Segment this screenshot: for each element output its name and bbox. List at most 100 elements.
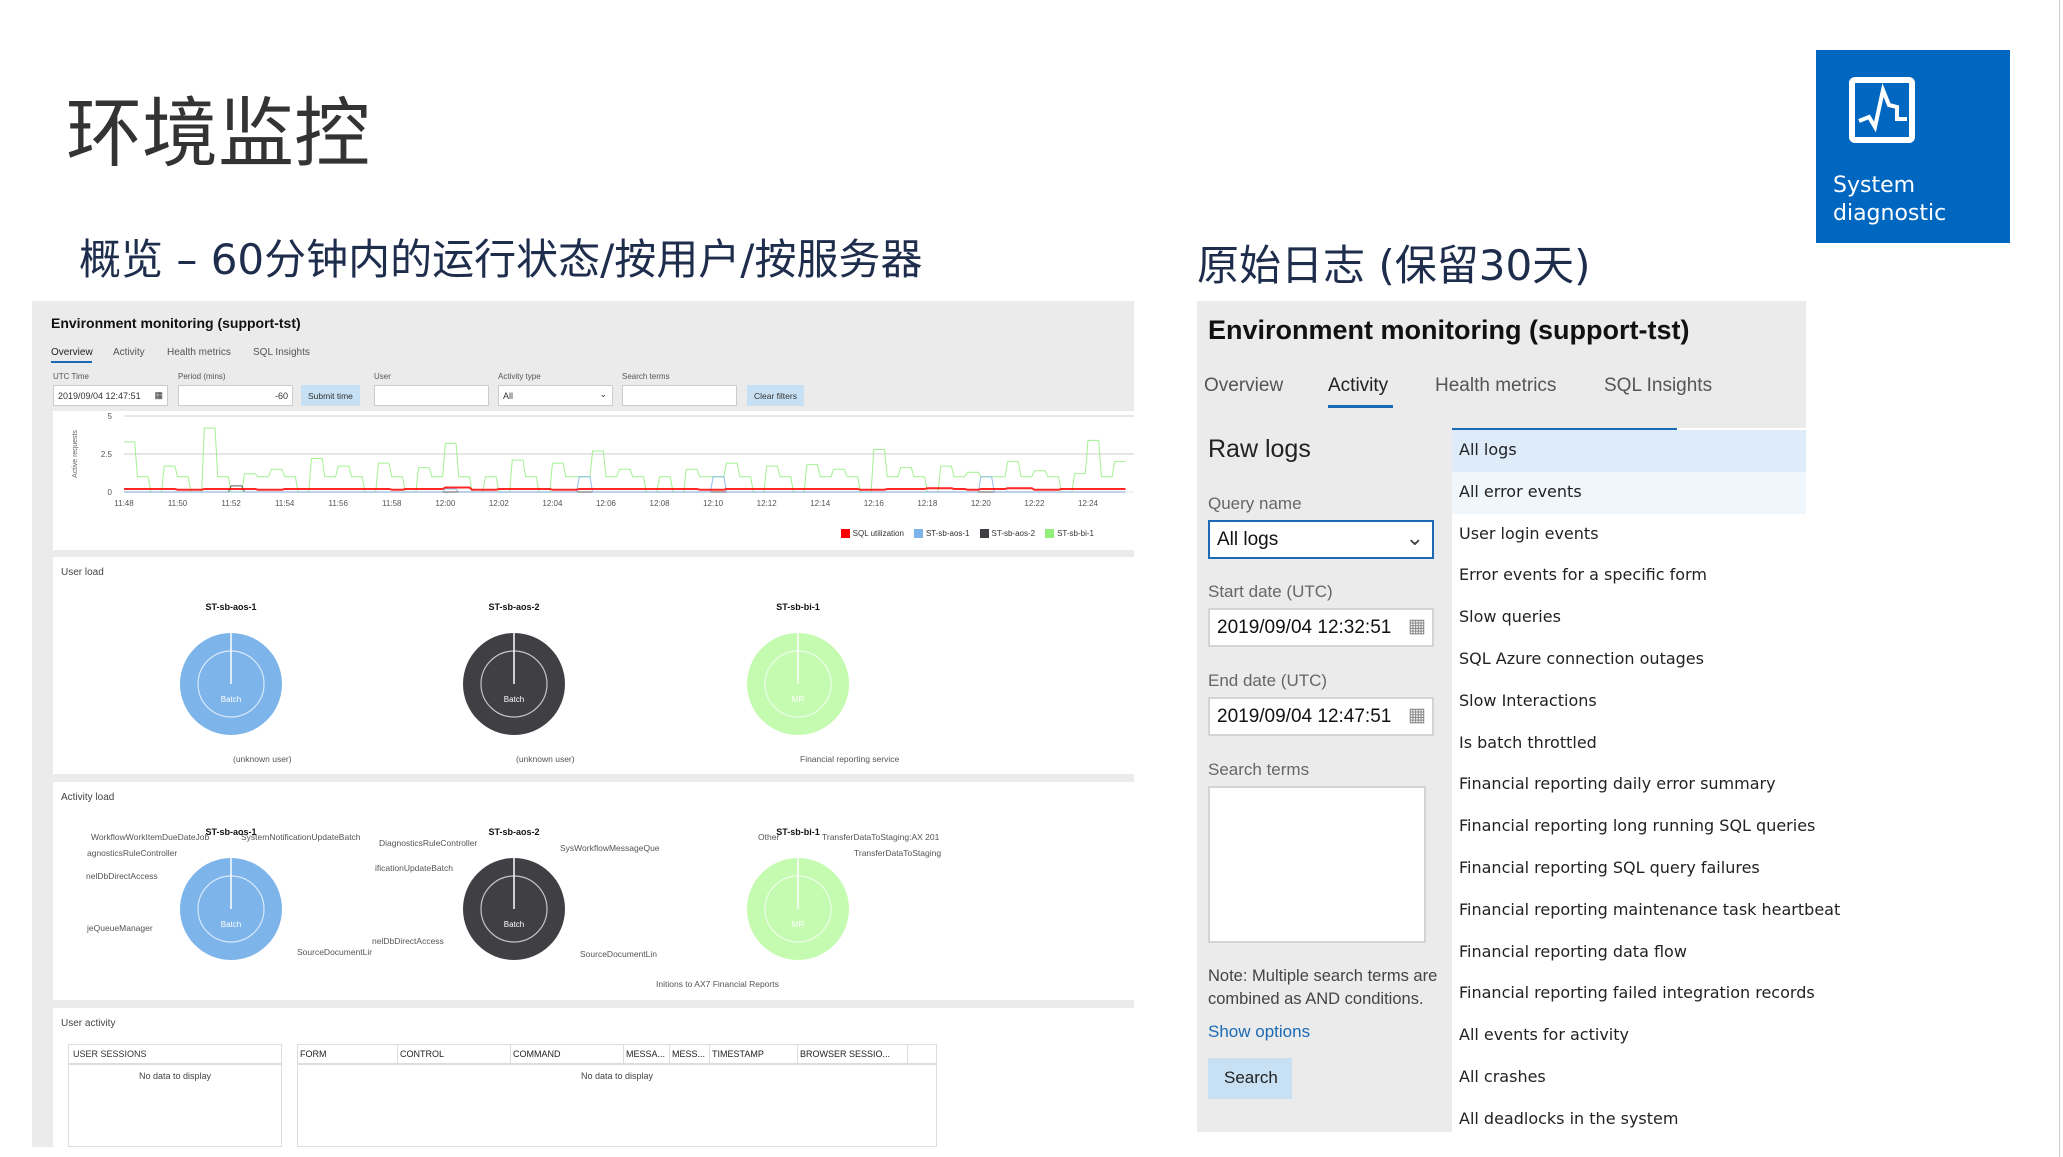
search-terms-label: Search terms bbox=[622, 372, 670, 381]
legend-swatch bbox=[979, 529, 989, 538]
search-terms-input[interactable] bbox=[622, 385, 737, 406]
system-diagnostic-tile[interactable]: System diagnostic bbox=[1816, 50, 2010, 243]
dropdown-option[interactable]: Slow Interactions bbox=[1452, 680, 1806, 723]
sunburst-chart[interactable] bbox=[738, 849, 858, 969]
x-tick-label: 11:58 bbox=[382, 499, 402, 508]
column-header[interactable]: MESS... bbox=[670, 1045, 710, 1063]
sunburst-chart[interactable] bbox=[738, 624, 858, 744]
x-tick-label: 11:54 bbox=[275, 499, 295, 508]
y-tick-label: 2.5 bbox=[101, 450, 113, 459]
tab-health-metrics[interactable]: Health metrics bbox=[1435, 375, 1556, 397]
dropdown-option[interactable]: Financial reporting failed integration r… bbox=[1452, 973, 1815, 1016]
dropdown-option[interactable]: Financial reporting long running SQL que… bbox=[1452, 806, 1815, 849]
sunburst-chart[interactable] bbox=[171, 624, 291, 744]
x-tick-label: 11:50 bbox=[168, 499, 188, 508]
dropdown-option[interactable]: All deadlocks in the system bbox=[1452, 1098, 1806, 1141]
show-options-link[interactable]: Show options bbox=[1208, 1022, 1310, 1042]
empty-message: No data to display bbox=[138, 1071, 212, 1081]
calendar-icon[interactable]: ▦ bbox=[1408, 615, 1426, 638]
server-name: ST-sb-aos-2 bbox=[488, 827, 540, 837]
x-tick-label: 11:48 bbox=[114, 499, 134, 508]
x-tick-label: 11:52 bbox=[221, 499, 241, 508]
activity-type-label: Activity type bbox=[498, 372, 541, 381]
search-terms-textarea[interactable] bbox=[1208, 786, 1426, 943]
active-tab-indicator bbox=[1328, 405, 1393, 408]
legend-item[interactable]: ST-sb-bi-1 bbox=[1045, 529, 1094, 538]
segment-label: nelDbDirectAccess bbox=[86, 871, 158, 881]
raw-logs-heading: Raw logs bbox=[1208, 435, 1311, 463]
calendar-icon[interactable]: ▦ bbox=[154, 390, 163, 401]
segment-label: DiagnosticsRuleController bbox=[379, 838, 478, 848]
tab-sql-insights[interactable]: SQL Insights bbox=[1604, 375, 1712, 397]
calendar-icon[interactable]: ▦ bbox=[1408, 704, 1426, 727]
column-header[interactable]: TIMESTAMP bbox=[710, 1045, 798, 1063]
query-name-dropdown-list: All logs All error events User login event… bbox=[1452, 428, 1840, 1141]
sunburst-chart[interactable] bbox=[171, 849, 291, 969]
dropdown-option[interactable]: Financial reporting data flow bbox=[1452, 931, 1806, 974]
legend-label: ST-sb-bi-1 bbox=[1057, 529, 1094, 538]
user-sessions-header[interactable]: USER SESSIONS bbox=[69, 1045, 281, 1065]
submit-time-button[interactable]: Submit time bbox=[301, 385, 360, 406]
chevron-down-icon: ⌄ bbox=[1405, 525, 1424, 550]
search-button[interactable]: Search bbox=[1208, 1058, 1292, 1099]
x-tick-label: 12:14 bbox=[810, 499, 831, 508]
tab-overview[interactable]: Overview bbox=[51, 347, 93, 358]
tab-overview[interactable]: Overview bbox=[1204, 375, 1283, 397]
segment-label: nelDbDirectAccess bbox=[372, 936, 444, 946]
dropdown-option[interactable]: All logs bbox=[1452, 430, 1806, 472]
raw-logs-title: Environment monitoring (support-tst) bbox=[1208, 315, 1690, 345]
tab-sql-insights[interactable]: SQL Insights bbox=[253, 347, 310, 358]
dropdown-option[interactable]: Is batch throttled bbox=[1452, 722, 1806, 765]
dropdown-option[interactable]: User login events bbox=[1452, 513, 1806, 556]
tab-health-metrics[interactable]: Health metrics bbox=[167, 347, 231, 358]
dropdown-option[interactable]: All error events bbox=[1452, 471, 1806, 514]
segment-label: ificationUpdateBatch bbox=[375, 863, 453, 873]
legend-swatch bbox=[913, 529, 923, 538]
overview-title: Environment monitoring (support-tst) bbox=[51, 315, 301, 331]
sunburst-chart[interactable] bbox=[454, 624, 574, 744]
user-input[interactable] bbox=[374, 385, 489, 406]
x-tick-label: 12:08 bbox=[650, 499, 671, 508]
search-terms-label: Search terms bbox=[1208, 760, 1310, 779]
legend-item[interactable]: ST-sb-aos-2 bbox=[979, 529, 1036, 538]
dropdown-option[interactable]: SQL Azure connection outages bbox=[1452, 639, 1806, 681]
sunburst-chart[interactable] bbox=[454, 849, 574, 969]
period-label: Period (mins) bbox=[178, 372, 226, 381]
series-line-SQL utilization bbox=[124, 486, 1126, 491]
column-header[interactable]: BROWSER SESSIO... bbox=[798, 1045, 908, 1063]
dropdown-option[interactable]: Financial reporting maintenance task hea… bbox=[1452, 889, 1840, 932]
end-date-input[interactable]: 2019/09/04 12:47:51 ▦ bbox=[1208, 697, 1434, 736]
column-header[interactable]: MESSA... bbox=[624, 1045, 670, 1063]
server-name: ST-sb-bi-1 bbox=[776, 602, 820, 612]
dropdown-option[interactable]: Slow queries bbox=[1452, 597, 1806, 640]
start-date-input[interactable]: 2019/09/04 12:32:51 ▦ bbox=[1208, 608, 1434, 647]
x-tick-label: 12:12 bbox=[757, 499, 778, 508]
dropdown-option[interactable]: Financial reporting SQL query failures bbox=[1452, 848, 1806, 890]
utc-time-input[interactable]: 2019/09/04 12:47:51 ▦ bbox=[53, 385, 168, 406]
dropdown-option[interactable]: All crashes bbox=[1452, 1057, 1806, 1099]
user-activity-section: User activity USER SESSIONS No data to d… bbox=[53, 1008, 1134, 1147]
overview-panel: Environment monitoring (support-tst) Ove… bbox=[32, 301, 1134, 1147]
activity-grid: FORM CONTROL COMMAND MESSA... MESS... TIMESTA… bbox=[297, 1044, 937, 1147]
column-header[interactable]: FORM bbox=[298, 1045, 398, 1063]
dropdown-option[interactable]: Financial reporting daily error summary bbox=[1452, 764, 1806, 807]
tab-activity[interactable]: Activity bbox=[113, 347, 145, 358]
tab-activity[interactable]: Activity bbox=[1328, 375, 1388, 397]
empty-message: No data to display bbox=[580, 1071, 654, 1081]
activity-type-select[interactable]: All ⌄ bbox=[498, 385, 613, 406]
start-date-label: Start date (UTC) bbox=[1208, 582, 1333, 601]
chart-legend: SQL utilization ST-sb-aos-1 ST-sb-aos-2 ST-… bbox=[840, 529, 1094, 538]
legend-item[interactable]: ST-sb-aos-1 bbox=[913, 529, 970, 538]
period-input[interactable]: -60 bbox=[178, 385, 293, 406]
legend-item[interactable]: SQL utilization bbox=[840, 529, 904, 538]
segment-label: Other bbox=[758, 832, 780, 842]
dropdown-option[interactable]: Error events for a specific form bbox=[1452, 555, 1806, 598]
column-header[interactable]: COMMAND bbox=[511, 1045, 624, 1063]
query-name-select[interactable]: All logs ⌄ bbox=[1208, 520, 1434, 559]
clear-filters-button[interactable]: Clear filters bbox=[747, 385, 804, 406]
legend-label: ST-sb-aos-2 bbox=[991, 529, 1036, 538]
column-header[interactable]: CONTROL bbox=[398, 1045, 511, 1063]
dropdown-option[interactable]: All events for activity bbox=[1452, 1015, 1806, 1058]
legend-label: SQL utilization bbox=[852, 529, 904, 538]
x-tick-label: 12:04 bbox=[542, 499, 563, 508]
